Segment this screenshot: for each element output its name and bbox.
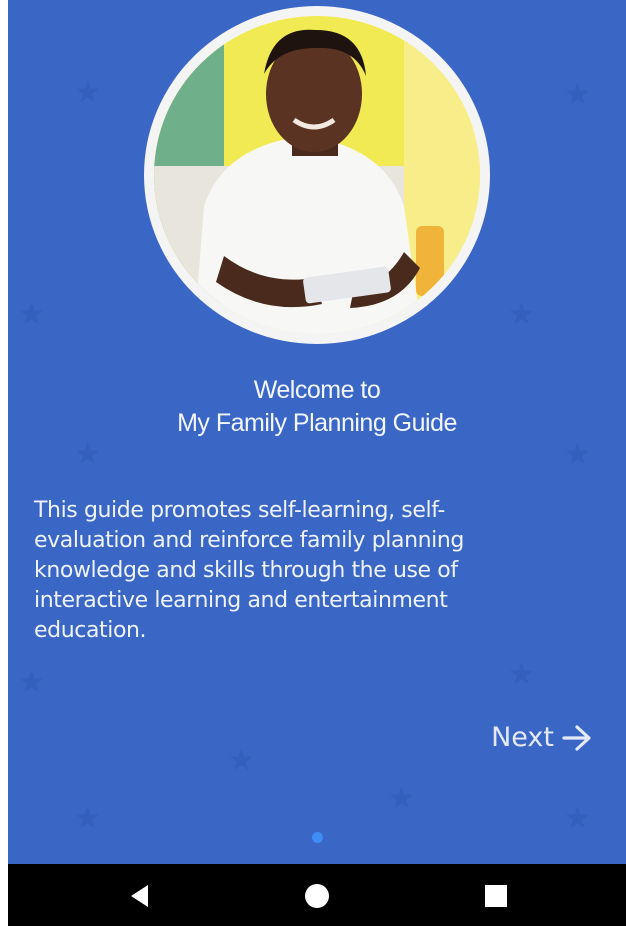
background-star-icon: ★: [74, 438, 101, 471]
background-star-icon: ★: [228, 744, 255, 777]
arrow-right-icon: [562, 724, 591, 751]
system-navigation-bar: [8, 864, 626, 926]
background-star-icon: ★: [564, 438, 591, 471]
background-star-icon: ★: [18, 298, 45, 331]
welcome-line-2: My Family Planning Guide: [177, 409, 457, 437]
page-indicator-dot: [312, 832, 323, 843]
background-star-icon: ★: [388, 782, 415, 815]
app-frame: ★ ★ ★ ★ ★ ★ ★ ★ ★ ★ ★ ★ Welcome to My Fa…: [8, 0, 626, 926]
background-star-icon: ★: [74, 802, 101, 835]
next-label: Next: [491, 722, 554, 753]
background-star-icon: ★: [74, 76, 101, 109]
back-triangle-icon[interactable]: [126, 882, 154, 910]
background-star-icon: ★: [564, 78, 591, 111]
welcome-line-1: Welcome to: [253, 376, 381, 404]
background-star-icon: ★: [18, 666, 45, 699]
home-circle-icon[interactable]: [303, 882, 331, 910]
background-star-icon: ★: [508, 658, 535, 691]
welcome-heading: Welcome to My Family Planning Guide: [8, 374, 626, 440]
next-button[interactable]: Next: [491, 722, 592, 753]
intro-description: This guide promotes self-learning, self-…: [34, 498, 464, 643]
recents-square-icon[interactable]: [482, 882, 510, 910]
hero-photo: [154, 16, 480, 334]
background-star-icon: ★: [508, 298, 535, 331]
onboarding-screen: ★ ★ ★ ★ ★ ★ ★ ★ ★ ★ ★ ★ Welcome to My Fa…: [8, 0, 626, 864]
background-star-icon: ★: [564, 802, 591, 835]
hero-image-frame: [144, 6, 490, 344]
